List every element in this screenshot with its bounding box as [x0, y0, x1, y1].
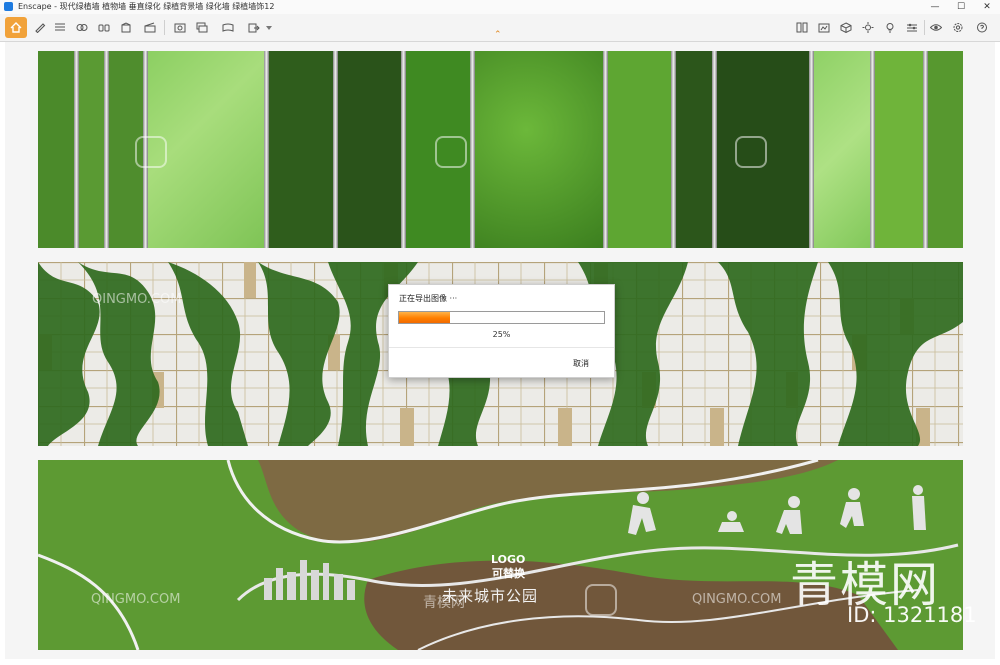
watermark-brand: 青模网	[423, 595, 465, 611]
bim-button[interactable]	[50, 18, 70, 37]
asset-library-button[interactable]	[814, 18, 834, 37]
panorama-icon	[222, 23, 234, 32]
enscape-logo-icon	[4, 2, 13, 11]
watermark-logo-icon	[435, 136, 467, 168]
planting-stripe	[928, 51, 963, 248]
cube-icon	[840, 22, 852, 33]
clapperboard-icon	[144, 22, 156, 33]
sun-icon	[862, 22, 874, 33]
watermark-logo-icon	[735, 136, 767, 168]
pen-icon	[35, 23, 46, 33]
cancel-button[interactable]: 取消	[573, 358, 589, 369]
video-editor-button[interactable]	[140, 18, 160, 37]
export-progress-percent: 25%	[492, 330, 511, 339]
export-icon	[248, 23, 260, 33]
view-button[interactable]	[94, 18, 114, 37]
home-button[interactable]	[5, 17, 27, 38]
close-button[interactable]: ✕	[974, 0, 1000, 14]
batch-render-icon	[196, 22, 208, 33]
park-logo-subtext: 可替换	[492, 567, 525, 580]
planting-stripe	[79, 51, 104, 248]
view-visibility-button[interactable]	[926, 18, 946, 37]
render-panel-striped-green-wall	[38, 51, 963, 248]
help-icon	[977, 22, 987, 33]
bim-icon	[55, 23, 65, 31]
toolbar-separator	[924, 20, 925, 35]
visual-settings-icon	[76, 24, 88, 31]
light-icon	[886, 23, 894, 33]
light-button[interactable]	[880, 18, 900, 37]
export-dropdown-chevron-icon[interactable]	[266, 26, 272, 30]
export-progress-bar	[398, 311, 605, 324]
planting-stripe	[475, 51, 603, 248]
asset-library-icon	[818, 23, 830, 33]
export-progress-dialog: 正在导出图像 ··· 25% 取消	[388, 284, 615, 378]
material-library-icon	[796, 22, 808, 33]
eye-icon	[930, 24, 942, 31]
material-library-button[interactable]	[792, 18, 812, 37]
sketch-button[interactable]	[30, 18, 50, 37]
settings-icon	[953, 23, 963, 32]
watermark-id: ID: 1321181	[847, 603, 977, 627]
watermark-url: QINGMO.COM	[91, 592, 181, 607]
toolbar-separator	[164, 20, 165, 35]
presets-icon	[907, 23, 917, 32]
screenshot-icon	[174, 23, 186, 33]
binoculars-icon	[98, 24, 110, 32]
planting-stripe	[875, 51, 923, 248]
export-button[interactable]	[244, 18, 264, 37]
planting-stripe	[338, 51, 401, 248]
watermark-url: QINGMO.COM	[92, 292, 182, 307]
title-bar: Enscape - 现代绿植墙 植物墙 垂直绿化 绿植背景墙 绿化墙 绿植墙饰1…	[0, 0, 1000, 15]
render-viewport[interactable]: LOGO 可替换 未来城市公园 QINGMO.COM QINGMO.COM QI…	[5, 42, 995, 659]
grass-stripe	[814, 51, 870, 248]
toolbar-collapse-chevron-icon[interactable]: ⌃	[494, 30, 502, 40]
planting-stripe	[608, 51, 671, 248]
screenshot-button[interactable]	[170, 18, 190, 37]
batch-render-button[interactable]	[192, 18, 212, 37]
planting-stripe	[269, 51, 333, 248]
cube-button[interactable]	[836, 18, 856, 37]
export-progress-fill	[399, 312, 451, 323]
sun-button[interactable]	[858, 18, 878, 37]
panorama-button[interactable]	[218, 18, 238, 37]
visual-settings-button[interactable]	[72, 18, 92, 37]
planting-stripe	[676, 51, 712, 248]
watermark-logo-icon	[585, 584, 617, 616]
maximize-button[interactable]: ☐	[948, 0, 974, 14]
presets-button[interactable]	[902, 18, 922, 37]
home-icon	[10, 22, 22, 33]
watermark-url: QINGMO.COM	[692, 592, 782, 607]
planting-stripe	[38, 51, 74, 248]
object-button[interactable]	[116, 18, 136, 37]
window-title: Enscape - 现代绿植墙 植物墙 垂直绿化 绿植背景墙 绿化墙 绿植墙饰1…	[18, 2, 275, 11]
dialog-title: 正在导出图像 ···	[399, 294, 458, 303]
dialog-divider	[389, 347, 614, 348]
object-icon	[121, 22, 131, 33]
minimize-button[interactable]: —	[922, 0, 948, 14]
help-button[interactable]	[972, 18, 992, 37]
watermark-logo-icon	[135, 136, 167, 168]
settings-button[interactable]	[948, 18, 968, 37]
